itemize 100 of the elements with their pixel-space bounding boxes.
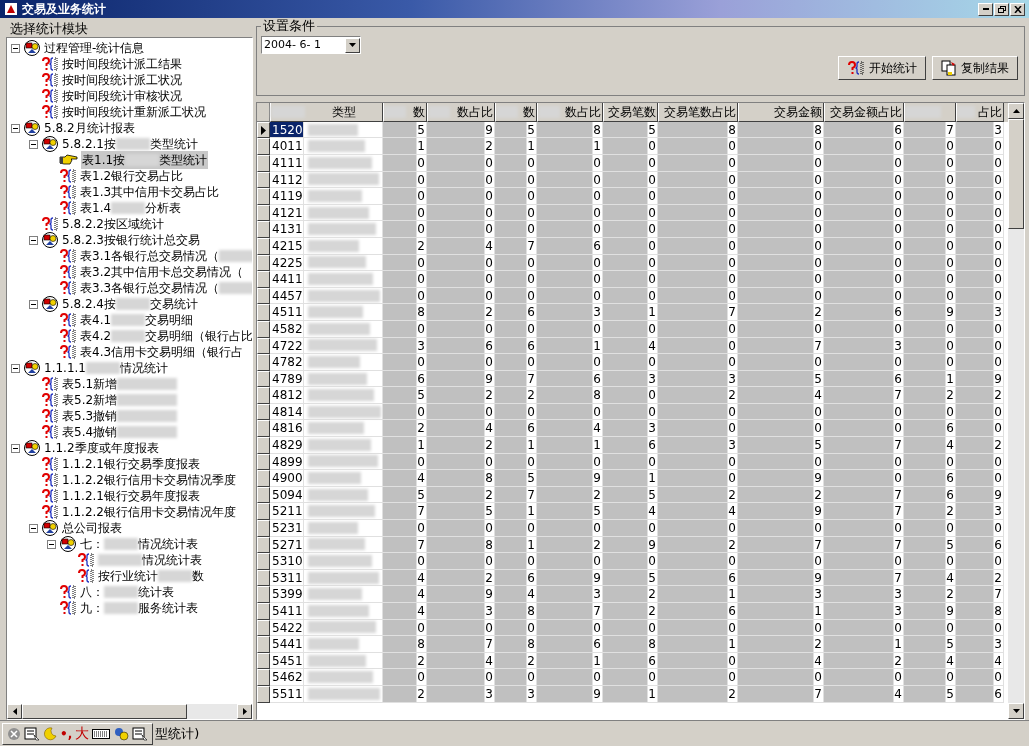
width-toggle[interactable]: 大: [75, 723, 90, 744]
tree-item[interactable]: 1.1.2.1银行交易年度报表: [61, 487, 201, 505]
copy-button[interactable]: 复制结果: [932, 56, 1018, 80]
table-cell: 4: [537, 420, 603, 438]
collapse-toggle[interactable]: [47, 539, 56, 549]
tree-item[interactable]: 1.1.2.2银行信用卡交易情况年度: [61, 503, 237, 521]
restore-icon: [997, 5, 1006, 13]
tree-item[interactable]: 表3.1各银行总交易情况（: [79, 247, 252, 265]
row-selector[interactable]: [257, 669, 270, 686]
tree-item[interactable]: 按时间段统计重新派工状况: [61, 103, 207, 121]
start-button[interactable]: 开始统计: [838, 56, 926, 80]
tree-item[interactable]: 表4.1 交易明细: [79, 311, 195, 329]
tree-item[interactable]: 5.8.2月统计报表: [43, 119, 136, 137]
report-icon: [59, 201, 77, 215]
row-selector[interactable]: [257, 636, 270, 653]
row-selector[interactable]: [257, 138, 270, 155]
scroll-right-button[interactable]: [237, 704, 252, 719]
tree-item[interactable]: 表1.1按 类型统计: [81, 151, 209, 169]
tree-item[interactable]: 表1.3其中信用卡交易占比: [79, 183, 221, 201]
table-cell: 7: [824, 437, 904, 454]
blurred-text: [111, 202, 146, 214]
collapse-toggle[interactable]: [11, 123, 20, 133]
code-cell: 4131: [270, 221, 304, 238]
row-selector[interactable]: [257, 188, 270, 205]
blurred-text: [308, 671, 373, 684]
tree-item[interactable]: 按时间段统计派工状况: [61, 71, 183, 89]
tree-item[interactable]: 表5.4撤销: [61, 423, 179, 441]
tree-item[interactable]: 表3.2其中信用卡总交易情况（: [79, 263, 245, 281]
collapse-toggle[interactable]: [29, 235, 38, 245]
tree-item[interactable]: 表4.3信用卡交易明细（银行占: [79, 343, 245, 361]
minimize-button[interactable]: [978, 2, 993, 16]
collapse-toggle[interactable]: [29, 139, 38, 149]
row-selector[interactable]: [257, 354, 270, 371]
restore-button[interactable]: [994, 2, 1009, 16]
collapse-toggle[interactable]: [11, 363, 20, 373]
table-cell: 0: [537, 354, 603, 371]
tree-item[interactable]: 5.8.2.2按区域统计: [61, 215, 165, 233]
row-selector[interactable]: [257, 553, 270, 570]
date-dropdown[interactable]: 2004- 6- 1: [261, 36, 361, 54]
row-selector[interactable]: [257, 221, 270, 238]
scroll-up-button[interactable]: [1008, 102, 1024, 119]
table-cell: 2: [603, 586, 658, 603]
table-cell: 2: [904, 387, 956, 404]
tree-item[interactable]: 情况统计表: [97, 551, 203, 569]
tree-item[interactable]: 表1.2银行交易占比: [79, 167, 185, 185]
row-selector[interactable]: [257, 503, 270, 521]
collapse-toggle[interactable]: [11, 43, 20, 53]
table-cell: 0: [658, 420, 738, 438]
scroll-thumb[interactable]: [1008, 118, 1024, 229]
table-cell: 0: [956, 188, 1004, 205]
tree-item[interactable]: 七： 情况统计表: [79, 535, 199, 553]
minimize-icon: [982, 8, 989, 10]
tree-item[interactable]: 按时间段统计审核状况: [61, 87, 183, 105]
scroll-left-button[interactable]: [7, 704, 22, 719]
collapse-toggle[interactable]: [29, 523, 38, 533]
tree-item[interactable]: 表5.2新增: [61, 391, 179, 409]
row-selector[interactable]: [257, 387, 270, 404]
tree-item[interactable]: 按行业统计 数: [97, 567, 205, 585]
table-cell: 0: [537, 520, 603, 537]
row-selector[interactable]: [257, 420, 270, 438]
tree-item[interactable]: 表4.2 交易明细（银行占比: [79, 327, 252, 345]
collapse-toggle[interactable]: [29, 299, 38, 309]
collapse-toggle[interactable]: [11, 443, 20, 453]
row-selector[interactable]: [257, 586, 270, 603]
report-icon: [59, 249, 77, 263]
table-cell: 0: [956, 271, 1004, 288]
tree-item[interactable]: 1.1.2.2银行信用卡交易情况季度: [61, 471, 237, 489]
tree-item[interactable]: 1.1.2.1银行交易季度报表: [61, 455, 201, 473]
row-selector[interactable]: [257, 437, 270, 454]
punctuation-toggle[interactable]: •,: [60, 724, 73, 743]
row-selector[interactable]: [257, 304, 270, 321]
table-cell: 1: [603, 304, 658, 321]
tree-item[interactable]: 表5.3撤销: [61, 407, 179, 425]
keyboard-icon[interactable]: [92, 728, 111, 739]
tree-item[interactable]: 表5.1新增: [61, 375, 179, 393]
code-cell: 4119: [270, 188, 304, 205]
tree-item[interactable]: 过程管理-统计信息: [43, 39, 146, 57]
row-selector[interactable]: [257, 603, 270, 620]
module-icon: [23, 360, 41, 376]
blurred-text: [308, 588, 362, 601]
tree-item[interactable]: 九： 服务统计表: [79, 599, 199, 617]
tree-item[interactable]: 表1.4 分析表: [79, 199, 183, 217]
tree-item[interactable]: 1.1.1.1 情况统计: [43, 359, 169, 377]
tree-item[interactable]: 5.8.2.3按银行统计总交易: [61, 231, 201, 249]
table-cell: 0: [603, 669, 658, 686]
scroll-down-button[interactable]: [1008, 703, 1024, 719]
tree-item[interactable]: 5.8.2.4按 交易统计: [61, 295, 199, 313]
tree-item[interactable]: 表3.3各银行总交易情况（: [79, 279, 252, 297]
blurred-text: [428, 105, 450, 118]
tree-item[interactable]: 按时间段统计派工结果: [61, 55, 183, 73]
tree-item[interactable]: 5.8.2.1按 类型统计: [61, 135, 199, 153]
row-selector[interactable]: [257, 520, 270, 537]
row-selector[interactable]: [257, 271, 270, 288]
tree-item[interactable]: 总公司报表: [61, 519, 123, 537]
scroll-thumb[interactable]: [22, 704, 187, 719]
row-selector[interactable]: [257, 470, 270, 487]
tree-item[interactable]: 八： 统计表: [79, 583, 175, 601]
tree-item[interactable]: 1.1.2季度或年度报表: [43, 439, 160, 457]
right-arrow-icon: [242, 708, 247, 715]
close-button[interactable]: [1010, 2, 1025, 16]
